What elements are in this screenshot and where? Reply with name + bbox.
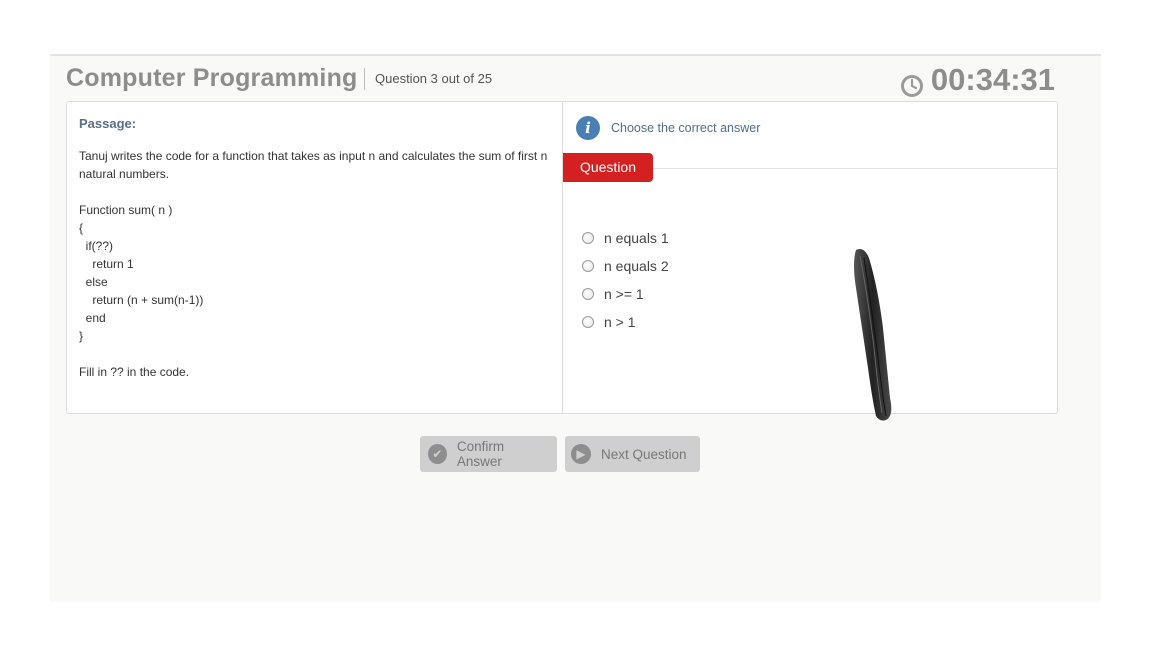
info-icon: i (576, 116, 600, 140)
test-frame: Computer Programming Question 3 out of 2… (50, 54, 1101, 602)
passage-intro: Tanuj writes the code for a function tha… (79, 149, 548, 181)
confirm-answer-button[interactable]: ✔ Confirm Answer (420, 436, 557, 472)
code-line: else (79, 275, 108, 289)
option-label: n equals 2 (604, 258, 669, 274)
option-label: n equals 1 (604, 230, 669, 246)
clock-icon (900, 69, 923, 97)
code-line: return (n + sum(n-1)) (79, 293, 204, 307)
option-label: n >= 1 (604, 286, 644, 302)
option-2[interactable]: n equals 2 (582, 252, 669, 280)
passage-instruction: Fill in ?? in the code. (79, 365, 190, 379)
instruction-text: Choose the correct answer (611, 121, 761, 135)
option-3[interactable]: n >= 1 (582, 280, 669, 308)
radio-button[interactable] (582, 232, 594, 244)
timer: 00:34:31 (900, 62, 1055, 98)
option-4[interactable]: n > 1 (582, 308, 669, 336)
answer-options: n equals 1 n equals 2 n >= 1 n > 1 (582, 224, 669, 336)
check-circle-icon: ✔ (428, 444, 447, 464)
action-buttons: ✔ Confirm Answer ▶ Next Question (420, 436, 708, 472)
radio-button[interactable] (582, 260, 594, 272)
code-line: Function sum( n ) (79, 203, 173, 217)
code-line: { (79, 221, 84, 235)
question-tab: Question (563, 153, 653, 182)
question-panel: Passage: Tanuj writes the code for a fun… (66, 101, 1058, 421)
option-1[interactable]: n equals 1 (582, 224, 669, 252)
confirm-label: Confirm Answer (456, 439, 505, 469)
question-counter: Question 3 out of 25 (364, 68, 492, 90)
passage-label: Passage: (79, 116, 137, 131)
answer-instruction: i Choose the correct answer (576, 116, 760, 140)
radio-button[interactable] (582, 316, 594, 328)
code-line: end (79, 311, 106, 325)
page-title: Computer Programming (66, 64, 358, 92)
code-line: } (79, 329, 84, 343)
next-question-button[interactable]: ▶ Next Question (565, 436, 700, 472)
dark-smudge-artifact (854, 249, 892, 421)
radio-button[interactable] (582, 288, 594, 300)
passage-text: Tanuj writes the code for a function tha… (79, 147, 554, 381)
option-label: n > 1 (604, 314, 636, 330)
code-line: return 1 (79, 257, 134, 271)
play-circle-icon: ▶ (571, 444, 591, 464)
next-label: Next Question (601, 446, 687, 462)
code-line: if(??) (79, 239, 114, 253)
passage-pane: Passage: Tanuj writes the code for a fun… (67, 102, 563, 413)
timer-value: 00:34:31 (930, 62, 1055, 97)
